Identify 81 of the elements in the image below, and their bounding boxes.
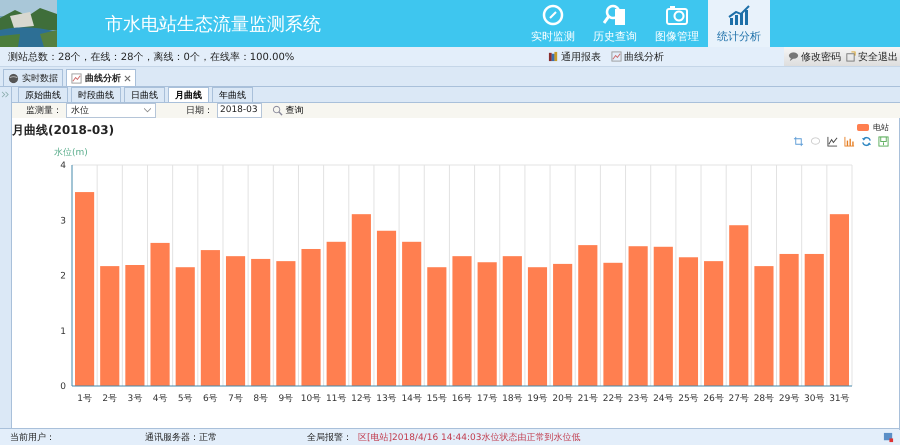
logout-link[interactable]: 安全退出 (845, 50, 898, 64)
x-tick-label: 31号 (829, 394, 850, 404)
x-tick-label: 14号 (401, 394, 422, 404)
monitor-icon (883, 432, 894, 442)
door-icon (845, 51, 856, 62)
alarm-message: 区[电站]2018/4/16 14:44:03水位状态由正常到水位低 (358, 432, 580, 444)
x-tick-label: 5号 (178, 394, 193, 404)
line-chart-icon[interactable] (827, 136, 838, 147)
line-chart-icon (71, 72, 82, 84)
x-tick-label: 21号 (578, 394, 598, 404)
page-tab[interactable]: 曲线分析 (66, 69, 136, 86)
curve-tab[interactable]: 日曲线 (124, 87, 165, 102)
curve-tab[interactable]: 月曲线 (168, 87, 209, 102)
page-tab[interactable]: 实时数据 (3, 69, 63, 86)
x-tick-label: 12号 (351, 394, 372, 404)
x-tick-label: 26号 (703, 394, 724, 404)
x-tick-label: 15号 (426, 394, 448, 404)
x-tick-label: 16号 (452, 394, 472, 404)
change-password-link[interactable]: 修改密码 (788, 50, 841, 64)
search-icon (603, 3, 627, 27)
curve-analysis-link[interactable]: 曲线分析 (611, 50, 664, 64)
x-tick-label: 13号 (376, 394, 397, 404)
x-tick-label: 28号 (754, 394, 774, 404)
y-tick-label: 4 (60, 161, 66, 171)
x-tick-label: 6号 (203, 394, 218, 404)
date-field[interactable]: 2018-03 (217, 103, 262, 118)
y-axis-title: 水位(m) (54, 148, 88, 158)
measure-label: 监测量： (26, 104, 62, 117)
nav-button[interactable]: 统计分析 (708, 0, 770, 47)
x-tick-label: 8号 (253, 394, 268, 404)
alarm-label: 全局报警： (307, 432, 352, 444)
x-tick-label: 7号 (228, 394, 243, 404)
x-tick-label: 1号 (77, 394, 92, 404)
camera-icon (665, 3, 689, 27)
server-status: 通讯服务器：正常 (145, 432, 217, 444)
x-tick-label: 11号 (326, 394, 346, 404)
bar-chart-icon (727, 3, 751, 27)
query-button[interactable]: 查询 (266, 103, 310, 118)
curve-tab[interactable]: 原始曲线 (18, 87, 68, 102)
x-tick-label: 17号 (476, 394, 498, 404)
curve-tab[interactable]: 时段曲线 (71, 87, 121, 102)
refresh-icon[interactable] (861, 136, 872, 147)
station-summary: 测站总数：28个，在线：28个，离线：0个，在线率：100.00% (8, 50, 294, 64)
date-label: 日期： (186, 104, 213, 117)
save-icon[interactable] (878, 136, 889, 147)
x-tick-label: 3号 (128, 394, 142, 404)
measure-select[interactable]: 水位 (66, 103, 156, 118)
x-tick-label: 10号 (300, 394, 322, 404)
x-tick-label: 25号 (678, 394, 699, 404)
x-tick-label: 23号 (628, 394, 648, 404)
x-tick-label: 30号 (804, 394, 824, 404)
x-tick-label: 2号 (102, 394, 118, 404)
chart-title: 月曲线(2018-03) (12, 122, 114, 139)
y-tick-label: 2 (60, 272, 66, 282)
y-tick-label: 0 (60, 382, 66, 392)
report-link[interactable]: 通用报表 (548, 50, 601, 64)
gauge-icon (541, 3, 565, 27)
x-tick-label: 20号 (552, 394, 573, 404)
x-tick-label: 18号 (502, 394, 523, 404)
globe-icon (8, 72, 19, 84)
line-chart-icon (611, 51, 622, 62)
curve-tab[interactable]: 年曲线 (212, 87, 253, 102)
app-title: 市水电站生态流量监测系统 (105, 12, 321, 36)
current-user-label: 当前用户： (10, 432, 55, 444)
x-tick-label: 22号 (602, 394, 624, 404)
x-tick-label: 9号 (278, 394, 294, 404)
search-icon (272, 105, 283, 116)
expand-icon[interactable] (1, 91, 10, 98)
x-tick-label: 27号 (728, 394, 749, 404)
legend-label: 电站 (873, 122, 889, 133)
x-tick-label: 29号 (778, 394, 800, 404)
x-tick-label: 19号 (527, 394, 548, 404)
caret-icon (144, 108, 151, 113)
y-tick-label: 1 (60, 326, 66, 337)
books-icon (548, 51, 559, 62)
x-tick-label: 4号 (152, 394, 168, 404)
y-tick-label: 3 (60, 216, 66, 226)
x-tick-label: 24号 (653, 394, 674, 404)
crop-icon[interactable] (793, 136, 804, 147)
close-icon[interactable] (124, 74, 131, 82)
bar-chart-icon[interactable] (844, 136, 855, 147)
